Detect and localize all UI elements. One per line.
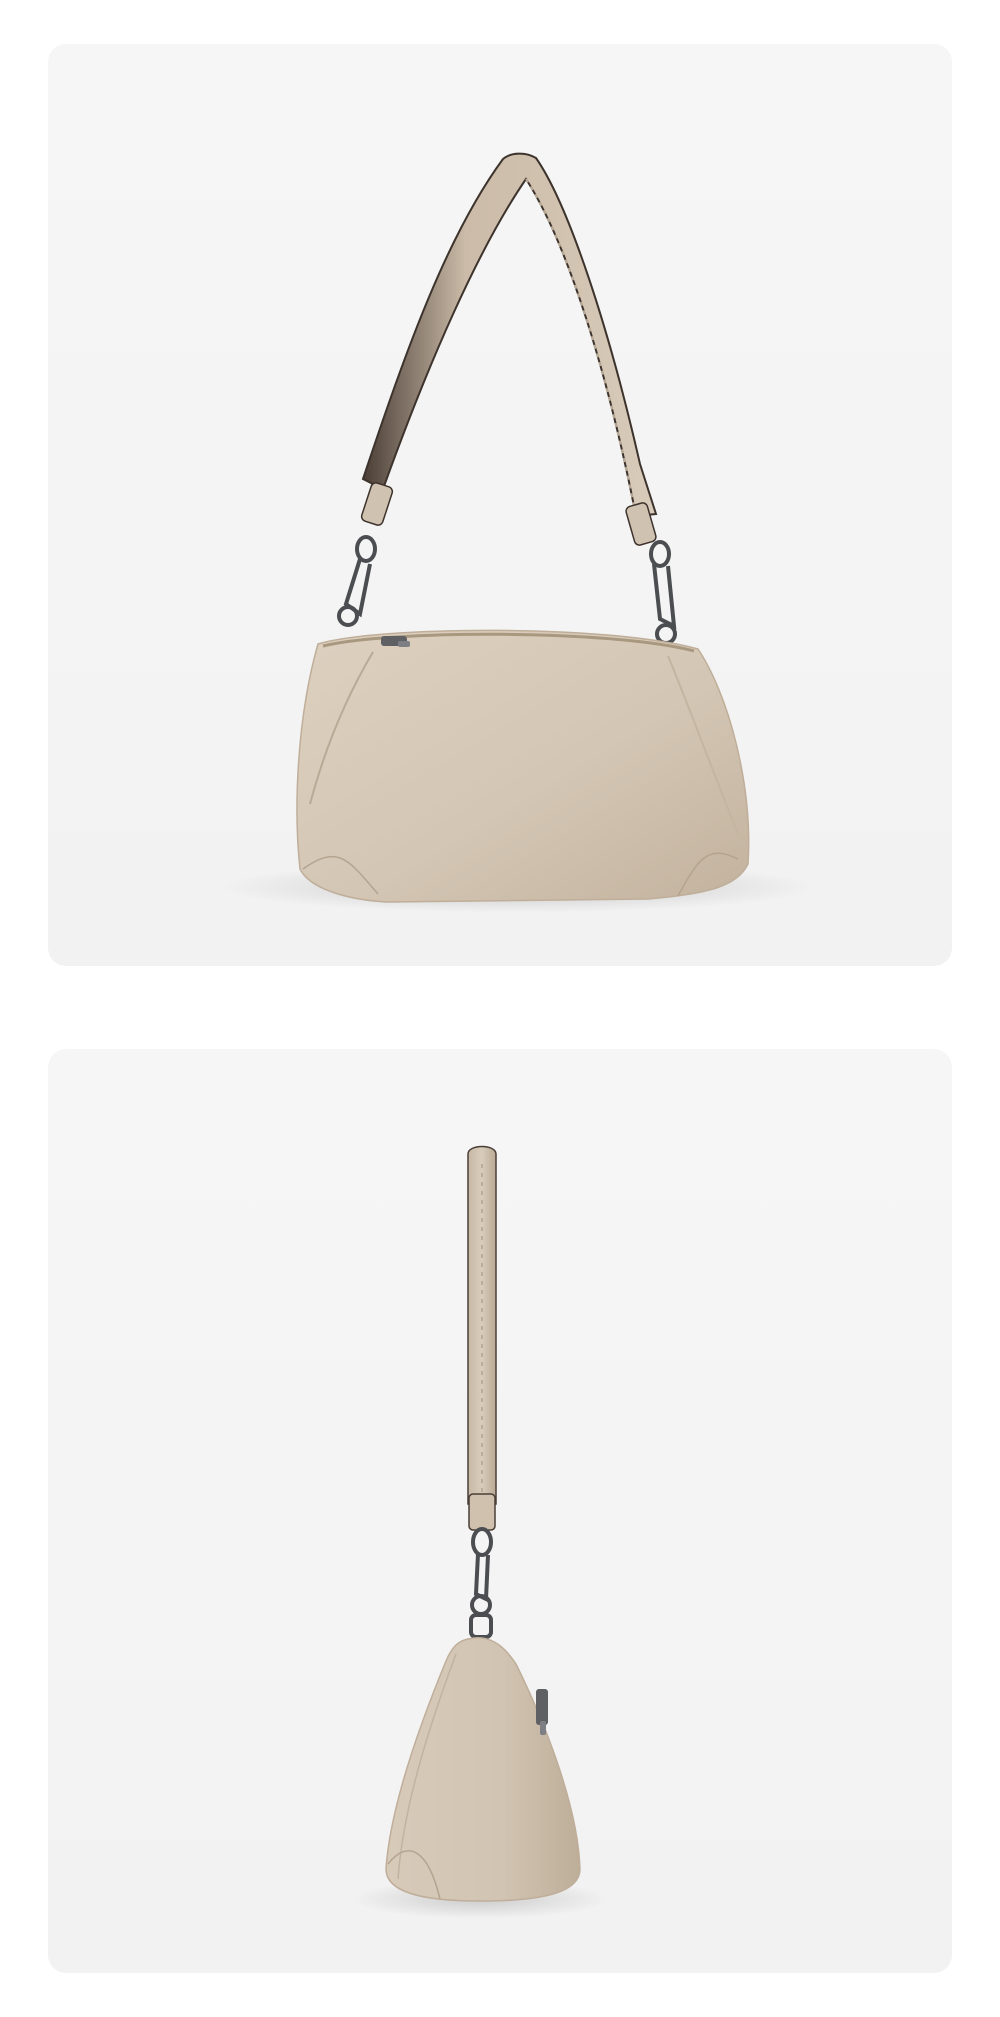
product-photo-side xyxy=(48,1049,952,1973)
product-photo-front xyxy=(48,44,952,966)
handbag-side-illustration xyxy=(48,1049,952,1973)
strap-tab xyxy=(468,1493,496,1531)
handbag-front-illustration xyxy=(48,44,952,966)
bag-body xyxy=(296,629,750,903)
zipper-pull xyxy=(381,636,410,647)
